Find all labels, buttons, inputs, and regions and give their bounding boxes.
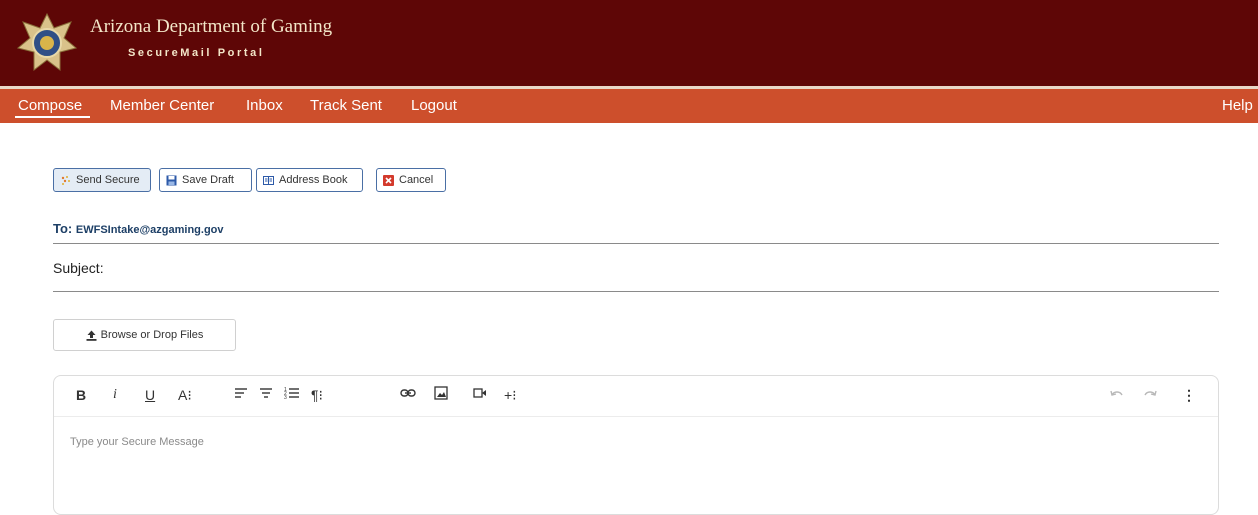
- underline-icon[interactable]: U: [145, 386, 155, 404]
- upload-icon: [86, 330, 97, 341]
- subject-field[interactable]: Subject:: [53, 260, 104, 276]
- to-recipient[interactable]: EWFSIntake@azgaming.gov: [76, 224, 224, 236]
- address-book-label: Address Book: [279, 174, 348, 186]
- subject-label: Subject:: [53, 260, 104, 276]
- send-secure-button[interactable]: Send Secure: [53, 168, 151, 192]
- to-label: To:: [53, 221, 73, 236]
- send-secure-label: Send Secure: [76, 174, 140, 186]
- italic-icon[interactable]: i: [113, 386, 117, 404]
- browse-files-label: Browse or Drop Files: [100, 329, 204, 341]
- svg-text:3: 3: [284, 395, 287, 400]
- app-header: Arizona Department of Gaming SecureMail …: [0, 0, 1258, 86]
- image-icon[interactable]: [434, 386, 448, 404]
- align-center-icon[interactable]: [259, 386, 273, 404]
- nav-help[interactable]: Help: [1222, 97, 1253, 114]
- nav-inbox[interactable]: Inbox: [246, 97, 283, 114]
- to-divider: [53, 243, 1219, 244]
- insert-more-icon[interactable]: +⁝: [504, 386, 517, 404]
- nav-logout[interactable]: Logout: [411, 97, 457, 114]
- editor-toolbar: B i U A⁝ 123 ¶⁝ +⁝ ⋮: [54, 376, 1218, 417]
- cancel-label: Cancel: [399, 174, 434, 186]
- video-icon[interactable]: [473, 386, 487, 404]
- save-draft-button[interactable]: Save Draft: [159, 168, 252, 192]
- nav-member-center[interactable]: Member Center: [110, 97, 214, 114]
- nav-compose[interactable]: Compose: [18, 97, 82, 114]
- nav-active-indicator: [15, 116, 90, 118]
- save-disk-icon: [166, 175, 177, 185]
- redo-icon[interactable]: [1142, 386, 1158, 404]
- save-draft-label: Save Draft: [182, 174, 234, 186]
- subject-divider: [53, 291, 1219, 292]
- send-icon: [61, 175, 70, 185]
- ordered-list-icon[interactable]: 123: [284, 386, 300, 404]
- nav-track-sent[interactable]: Track Sent: [310, 97, 382, 114]
- message-body-placeholder[interactable]: Type your Secure Message: [70, 436, 204, 448]
- address-book-icon: [263, 175, 274, 185]
- badge-logo-icon: [16, 12, 78, 72]
- cancel-x-icon: [383, 174, 394, 186]
- align-left-icon[interactable]: [234, 386, 248, 404]
- portal-name: SecureMail Portal: [128, 47, 265, 59]
- undo-icon[interactable]: [1109, 386, 1125, 404]
- cancel-button[interactable]: Cancel: [376, 168, 446, 192]
- to-field[interactable]: To: EWFSIntake@azgaming.gov: [53, 221, 224, 236]
- paragraph-icon[interactable]: ¶⁝: [311, 386, 323, 404]
- org-title: Arizona Department of Gaming: [90, 16, 333, 37]
- bold-icon[interactable]: B: [76, 386, 86, 404]
- browse-files-button[interactable]: Browse or Drop Files: [53, 319, 236, 351]
- more-options-icon[interactable]: ⋮: [1182, 386, 1196, 404]
- font-size-icon[interactable]: A⁝: [178, 386, 192, 404]
- address-book-button[interactable]: Address Book: [256, 168, 363, 192]
- main-nav: Compose Member Center Inbox Track Sent L…: [0, 89, 1258, 123]
- message-editor[interactable]: B i U A⁝ 123 ¶⁝ +⁝ ⋮ Type your Secure Me…: [53, 375, 1219, 515]
- link-icon[interactable]: [400, 386, 416, 404]
